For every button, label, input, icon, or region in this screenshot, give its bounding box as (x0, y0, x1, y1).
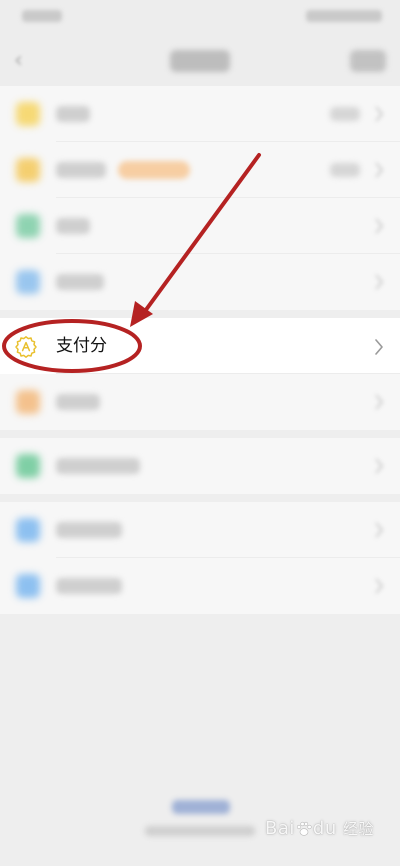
nav-right-action-blurred[interactable] (350, 50, 386, 72)
list-item[interactable] (0, 502, 400, 558)
pay-score-item[interactable]: 支付分 (0, 318, 400, 374)
list-item[interactable] (0, 254, 400, 310)
wallet-group-3 (0, 438, 400, 494)
list-item[interactable] (0, 198, 400, 254)
list-item-label-blurred (56, 106, 90, 122)
paw-icon (296, 821, 312, 836)
watermark-brand-suffix: du (312, 818, 337, 839)
wallet-group-1 (0, 86, 400, 310)
chevron-right-icon (375, 274, 384, 290)
list-item[interactable] (0, 86, 400, 142)
status-icons-blurred (306, 10, 382, 22)
page-title-blurred (170, 50, 230, 72)
list-item-value-blurred (330, 163, 360, 177)
baidu-jingyan-watermark: Bai du 经验 (265, 818, 374, 839)
wallet-group-4 (0, 502, 400, 614)
list-item[interactable] (0, 142, 400, 198)
pay-score-label: 支付分 (56, 336, 107, 356)
chevron-right-icon (375, 522, 384, 538)
pay-score-badge-icon (15, 336, 37, 358)
list-item-label-blurred (56, 522, 122, 538)
list-item-label-blurred (56, 218, 90, 234)
chevron-right-icon (375, 394, 384, 410)
chevron-right-icon (375, 339, 383, 355)
footer-link-blurred[interactable] (172, 800, 230, 814)
back-arrow-icon[interactable]: ‹ (14, 48, 34, 74)
family-icon (16, 454, 40, 478)
chevron-right-icon (375, 162, 384, 178)
watermark-brand: Bai (265, 818, 295, 839)
list-item[interactable] (0, 374, 400, 430)
chevron-right-icon (375, 106, 384, 122)
ticket-icon (16, 390, 40, 414)
chevron-right-icon (375, 458, 384, 474)
watermark-sub: 经验 (342, 820, 374, 838)
list-item[interactable] (0, 438, 400, 494)
list-item-value-blurred (330, 107, 360, 121)
list-item-label-blurred (56, 578, 122, 594)
nav-bar: ‹ (0, 36, 400, 86)
wallet-icon (16, 102, 40, 126)
bank-card-icon (16, 270, 40, 294)
shield-icon (16, 518, 40, 542)
list-item[interactable] (0, 558, 400, 614)
list-item-label-blurred (56, 394, 100, 410)
chevron-right-icon (375, 218, 384, 234)
list-item-label-blurred (56, 162, 106, 178)
footer-copyright-blurred (145, 826, 255, 836)
coin-icon (16, 158, 40, 182)
status-time-blurred (22, 10, 62, 22)
chevron-right-icon (375, 578, 384, 594)
settings-icon (16, 574, 40, 598)
card-icon (16, 214, 40, 238)
list-item-label-blurred (56, 274, 104, 290)
status-bar (0, 0, 400, 36)
wallet-group-2: 支付分 (0, 318, 400, 430)
promo-tag-blurred (118, 161, 190, 179)
list-item-label-blurred (56, 458, 140, 474)
